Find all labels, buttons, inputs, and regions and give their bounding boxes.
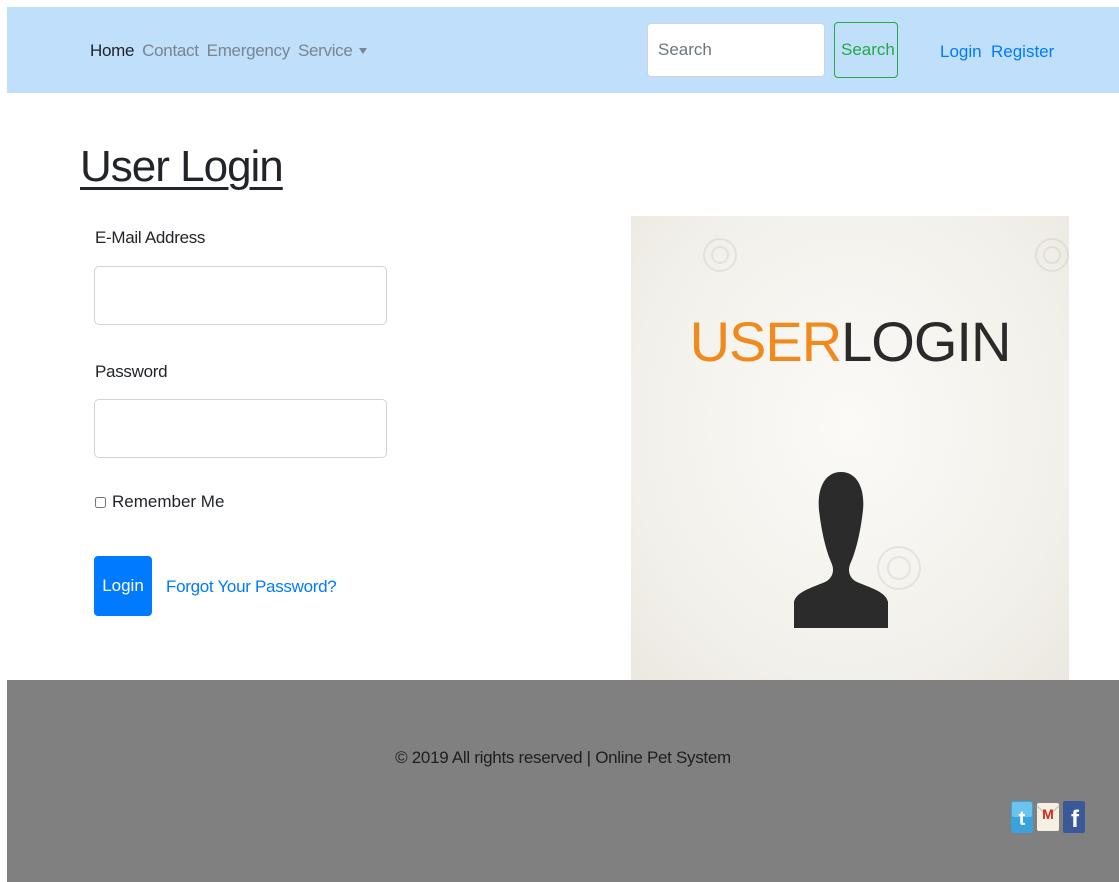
nav-login-link[interactable]: Login bbox=[940, 42, 982, 62]
nav-register-link[interactable]: Register bbox=[991, 42, 1054, 62]
remember-me: Remember Me bbox=[95, 492, 224, 512]
search-button[interactable]: Search bbox=[834, 22, 898, 78]
remember-me-checkbox[interactable] bbox=[95, 496, 106, 508]
image-heading-login: LOGIN bbox=[841, 310, 1011, 373]
nav-service-dropdown[interactable]: Service bbox=[298, 41, 367, 61]
nav-service-label: Service bbox=[297, 41, 353, 60]
login-button[interactable]: Login bbox=[94, 556, 152, 616]
nav-links: Home Contact Emergency Service bbox=[90, 41, 367, 61]
image-heading: USERLOGIN bbox=[631, 314, 1069, 370]
password-field[interactable] bbox=[94, 399, 387, 458]
svg-text:t: t bbox=[1019, 808, 1026, 830]
swirl-decoration bbox=[711, 246, 729, 264]
nav-contact-link[interactable]: Contact bbox=[142, 41, 199, 61]
email-label: E-Mail Address bbox=[95, 228, 206, 247]
nav-emergency-link[interactable]: Emergency bbox=[207, 41, 291, 61]
forgot-password-link[interactable]: Forgot Your Password? bbox=[166, 577, 337, 597]
twitter-icon[interactable]: t bbox=[1009, 798, 1035, 836]
navbar: Home Contact Emergency Service Search Lo… bbox=[7, 7, 1119, 93]
gmail-icon[interactable]: M bbox=[1035, 798, 1061, 836]
copyright-text: © 2019 All rights reserved | Online Pet … bbox=[395, 748, 731, 767]
page-title: User Login bbox=[80, 142, 284, 191]
facebook-icon[interactable]: f bbox=[1061, 798, 1087, 836]
search-input[interactable] bbox=[647, 23, 825, 77]
swirl-decoration bbox=[1043, 246, 1061, 264]
remember-me-label: Remember Me bbox=[112, 492, 225, 511]
user-login-image: USERLOGIN bbox=[631, 216, 1069, 680]
social-links: t M f bbox=[1009, 798, 1087, 836]
caret-down-icon bbox=[358, 48, 367, 54]
email-field[interactable] bbox=[94, 266, 387, 325]
nav-home-link[interactable]: Home bbox=[90, 41, 134, 61]
password-label: Password bbox=[95, 362, 168, 381]
footer: © 2019 All rights reserved | Online Pet … bbox=[7, 680, 1119, 882]
svg-text:f: f bbox=[1071, 806, 1080, 833]
user-silhouette-icon bbox=[794, 472, 888, 628]
svg-text:M: M bbox=[1042, 806, 1054, 822]
image-heading-user: USER bbox=[689, 310, 843, 373]
